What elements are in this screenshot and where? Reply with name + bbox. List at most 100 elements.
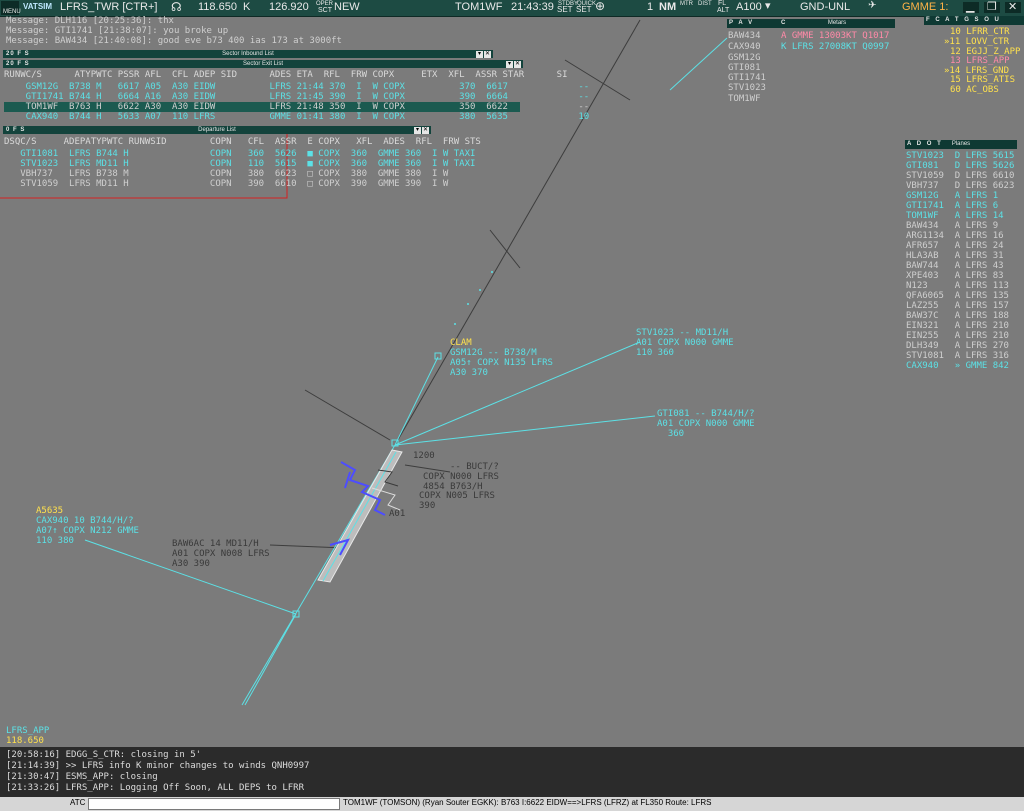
pav-list-item[interactable]: CAX940 bbox=[728, 42, 761, 52]
pav-list-item[interactable]: GTI1741 bbox=[728, 73, 766, 83]
table-row[interactable]: VBH737 LFRS B738 M COPN 380 6623 □ COPX … bbox=[4, 169, 448, 179]
atc-list-item[interactable]: 10 LFRR_CTR bbox=[950, 27, 1010, 37]
atc-list-item[interactable]: 60 AC_OBS bbox=[950, 85, 999, 95]
table-row-selected[interactable]: TOM1WF B763 H 6622 A30 A30 EIDW LFRS 21:… bbox=[4, 102, 589, 112]
list-item[interactable]: BAW434 A LFRS 9 bbox=[906, 221, 998, 231]
collapse-icon[interactable]: ▾ bbox=[506, 61, 513, 68]
departure-titlebar[interactable]: 0 F S Departure List ▾ ✕ bbox=[3, 126, 431, 134]
target-label-line: 390 bbox=[419, 501, 436, 511]
target-label-line: BAW6AC 14 MD11/H bbox=[172, 539, 259, 549]
sct-label[interactable]: SCT bbox=[318, 7, 332, 14]
target-label-line: STV1023 -- MD11/H bbox=[636, 328, 729, 338]
new-button[interactable]: NEW bbox=[334, 1, 360, 13]
table-row[interactable]: GTI1081 LFRS B744 H COPN 360 5626 ■ COPX… bbox=[4, 149, 475, 159]
alt-label[interactable]: ALT bbox=[717, 7, 729, 14]
pav-list-item[interactable]: BAW434 bbox=[728, 31, 761, 41]
close-icon[interactable]: ✕ bbox=[422, 127, 429, 134]
target-label-line: 110 360 bbox=[636, 348, 674, 358]
target-label-line: A01 COPX N008 LFRS bbox=[172, 549, 270, 559]
table-row[interactable]: CAX940 B744 H 5633 A07 110 LFRS GMME 01:… bbox=[4, 112, 590, 122]
target-label-line: A05↑ COPX N135 LFRS bbox=[450, 358, 553, 368]
set-button-1[interactable]: SET bbox=[557, 5, 573, 14]
list-item[interactable]: N123 A LFRS 113 bbox=[906, 281, 1009, 291]
close-icon[interactable]: ✕ bbox=[484, 51, 491, 58]
command-input[interactable] bbox=[88, 798, 340, 810]
target-label-line: GTI081 -- B744/H/? bbox=[657, 409, 755, 419]
list-item[interactable]: TOM1WF A LFRS 14 bbox=[906, 211, 1004, 221]
list-item[interactable]: GTI1741 A LFRS 6 bbox=[906, 201, 998, 211]
table-row[interactable]: GSM12G B738 M 6617 A05 A30 EIDW LFRS 21:… bbox=[4, 82, 590, 92]
target-label-line: CAX940 10 B744/H/? bbox=[36, 516, 134, 526]
atc-list-item[interactable]: 13 LFRS_APP bbox=[950, 56, 1010, 66]
set-button-2[interactable]: SET bbox=[576, 5, 592, 14]
aircraft-info-line: TOM1WF (TOMSON) (Ryan Souter EGKK): B763… bbox=[343, 798, 712, 807]
list-item[interactable]: STV1023 D LFRS 5615 bbox=[906, 151, 1014, 161]
table-row[interactable]: STV1059 LFRS MD11 H COPN 390 6610 □ COPX… bbox=[4, 179, 448, 189]
altitude-filter[interactable]: A100 bbox=[736, 1, 762, 13]
list-item[interactable]: GTI081 D LFRS 5626 bbox=[906, 161, 1014, 171]
list-item[interactable]: GSM12G A LFRS 1 bbox=[906, 191, 998, 201]
message-line-2: Message: GTI1741 [21:38:07]: you broke u… bbox=[6, 26, 229, 36]
atc-list-item[interactable]: 15 LFRS_ATIS bbox=[950, 75, 1015, 85]
metars-titlebar[interactable]: C Metars bbox=[779, 19, 895, 28]
list-item[interactable]: ARG1134 A LFRS 16 bbox=[906, 231, 1004, 241]
filter-icon[interactable]: ▾ bbox=[765, 0, 771, 12]
collapse-icon[interactable]: ▾ bbox=[414, 127, 421, 134]
gnd-unl-filter[interactable]: GND-UNL bbox=[800, 1, 850, 13]
callsign-button[interactable]: LFRS_TWR [CTR+] bbox=[60, 1, 157, 13]
list-item[interactable]: DLH349 A LFRS 270 bbox=[906, 341, 1009, 351]
list-item[interactable]: HLA3AB A LFRS 31 bbox=[906, 251, 1004, 261]
pav-list-item[interactable]: STV1023 bbox=[728, 83, 766, 93]
target-icon[interactable]: ⊕ bbox=[595, 0, 605, 13]
list-item[interactable]: EIN321 A LFRS 210 bbox=[906, 321, 1009, 331]
table-row[interactable]: GTI1741 B744 H 6664 A16 A30 EIDW LFRS 21… bbox=[4, 92, 590, 102]
list-item[interactable]: BAW744 A LFRS 43 bbox=[906, 261, 1004, 271]
close-icon[interactable]: ✕ bbox=[514, 61, 521, 68]
log-line: [21:14:39] >> LFRS info K minor changes … bbox=[6, 761, 310, 771]
atis-letter: K bbox=[243, 1, 251, 13]
atc-icon[interactable]: ✈ bbox=[868, 0, 876, 11]
message-log[interactable]: [20:58:16] EDGG_S_CTR: closing in 5' [21… bbox=[0, 747, 1024, 797]
nm-toggle[interactable]: NM bbox=[659, 1, 676, 13]
metars-title: Metars bbox=[827, 20, 847, 26]
planes-titlebar[interactable]: A D O T Planes bbox=[905, 140, 1017, 149]
pav-list-item[interactable]: GTI081 bbox=[728, 63, 761, 73]
top-toolbar: MENU VATSIM LFRS_TWR [CTR+] ☊ 118.650 K … bbox=[0, 0, 1024, 17]
list-item[interactable]: EIN255 A LFRS 210 bbox=[906, 331, 1009, 341]
fl-label[interactable]: FL bbox=[718, 0, 726, 7]
list-item[interactable]: AFR657 A LFRS 24 bbox=[906, 241, 1004, 251]
list-item[interactable]: STV1081 A LFRS 316 bbox=[906, 351, 1009, 361]
pav-titlebar[interactable]: P A V bbox=[727, 19, 779, 28]
pav-list-item[interactable]: TOM1WF bbox=[728, 94, 761, 104]
table-row[interactable]: STV1023 LFRS MD11 H COPN 110 5615 ■ COPX… bbox=[4, 159, 475, 169]
active-callsign[interactable]: TOM1WF bbox=[455, 1, 502, 13]
primary-frequency[interactable]: 118.650 bbox=[198, 1, 237, 13]
departure-title: Departure List bbox=[198, 127, 236, 133]
headset-icon[interactable]: ☊ bbox=[171, 0, 182, 14]
secondary-frequency[interactable]: 126.920 bbox=[269, 1, 309, 13]
list-item[interactable]: STV1059 D LFRS 6610 bbox=[906, 171, 1014, 181]
list-item[interactable]: LAZ255 A LFRS 157 bbox=[906, 301, 1009, 311]
list-item[interactable]: XPE403 A LFRS 83 bbox=[906, 271, 1004, 281]
sector-exit-title: Sector Exit List bbox=[242, 61, 283, 67]
clock: 21:43:39 bbox=[511, 1, 554, 13]
message-line-1: Message: DLH116 [20:25:36]: thx bbox=[6, 16, 174, 26]
collapse-icon[interactable]: ▾ bbox=[476, 51, 483, 58]
list-item[interactable]: QFA6065 A LFRS 135 bbox=[906, 291, 1009, 301]
log-line: [20:58:16] EDGG_S_CTR: closing in 5' bbox=[6, 750, 202, 760]
station-frequency: 118.650 bbox=[6, 736, 44, 746]
target-label-line: COPX N000 LFRS bbox=[423, 472, 499, 482]
list-item[interactable]: VBH737 D LFRS 6623 bbox=[906, 181, 1014, 191]
atc-list-item[interactable]: »11 LOVV_CTR bbox=[944, 37, 1009, 47]
target-label-line: A5635 bbox=[36, 506, 64, 516]
sector-inbound-titlebar[interactable]: 20 F S Sector Inbound List ▾ ✕ bbox=[3, 50, 493, 58]
target-label-line: A07↑ COPX N212 GMME bbox=[36, 526, 139, 536]
message-line-3: Message: BAW434 [21:40:08]: good eve b73… bbox=[6, 36, 342, 46]
sector-exit-titlebar[interactable]: 20 F S Sector Exit List ▾ ✕ bbox=[3, 60, 523, 68]
list-item[interactable]: BAW37C A LFRS 188 bbox=[906, 311, 1009, 321]
pav-list-item[interactable]: GSM12G bbox=[728, 53, 761, 63]
atc-list-titlebar[interactable]: F C A T G S O U bbox=[924, 16, 1024, 25]
metar-line: A GMME 13003KT Q1017 bbox=[781, 31, 890, 41]
list-item[interactable]: CAX940 » GMME 842 bbox=[906, 361, 1009, 371]
restore-icon: ❐ bbox=[987, 1, 997, 13]
